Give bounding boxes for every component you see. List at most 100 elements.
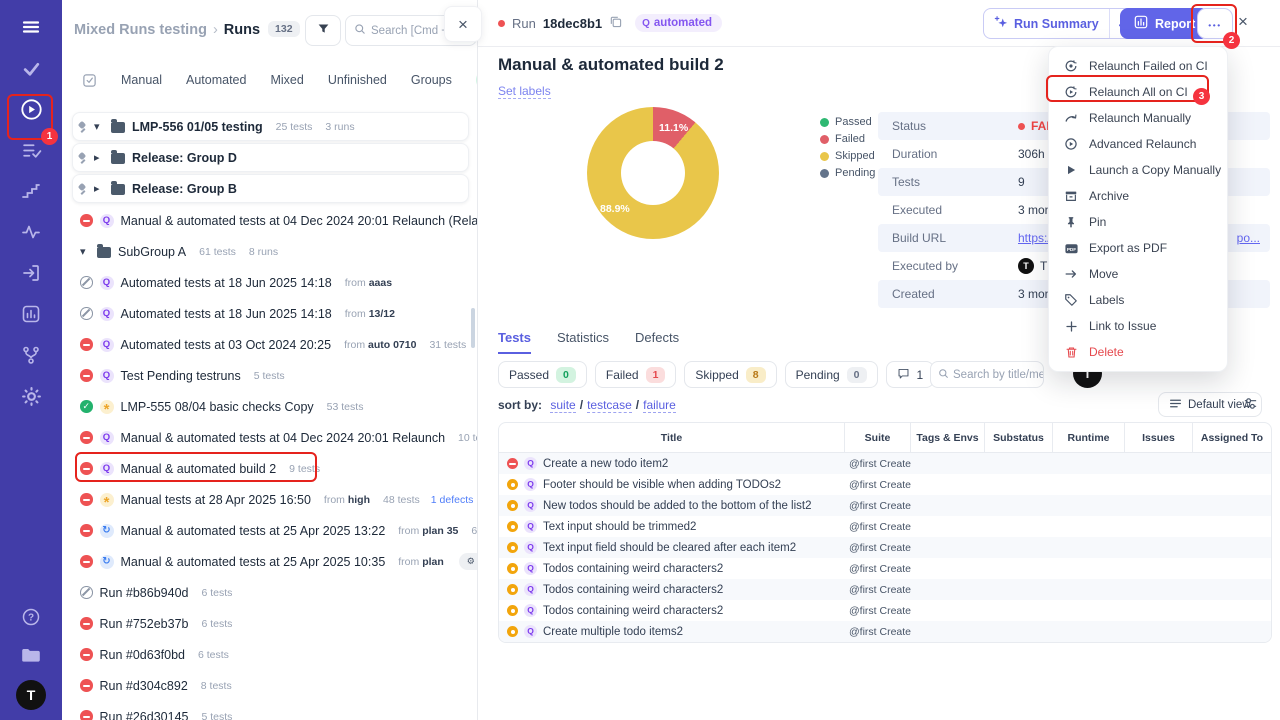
expand-chevron-icon[interactable]	[94, 182, 104, 195]
run-list-item[interactable]: Run #b86b940d 6 tests	[62, 577, 477, 608]
run-status-icon	[80, 493, 93, 506]
tests-search-input[interactable]	[953, 368, 1043, 381]
test-row[interactable]: Todos containing weird characters2 @firs…	[499, 600, 1271, 621]
chip-pending[interactable]: Pending 0	[784, 361, 878, 388]
menu-pin[interactable]: Pin	[1049, 209, 1227, 235]
sort-by-failure[interactable]: failure	[643, 398, 676, 413]
test-plans-icon[interactable]	[18, 137, 44, 163]
test-row[interactable]: Text input should be trimmed2 @first Cre…	[499, 516, 1271, 537]
column-settings-icon[interactable]	[1243, 396, 1258, 416]
menu-relaunch-manually[interactable]: Relaunch Manually	[1049, 105, 1227, 131]
expand-chevron-icon[interactable]	[94, 120, 104, 133]
menu-relaunch-all-on-ci[interactable]: Relaunch All on CI	[1049, 79, 1227, 105]
run-list-item[interactable]: Run #0d63f0bd 6 tests	[62, 639, 477, 670]
filter-button[interactable]	[305, 15, 341, 46]
menu-launch-copy-manually[interactable]: Launch a Copy Manually	[1049, 157, 1227, 183]
run-list-item[interactable]: Automated tests at 03 Oct 2024 20:25 fro…	[62, 329, 477, 360]
run-list-item[interactable]: Run #26d30145 5 tests	[62, 701, 477, 720]
test-row[interactable]: New todos should be added to the bottom …	[499, 495, 1271, 516]
col-substatus[interactable]: Substatus	[985, 423, 1053, 452]
col-title[interactable]: Title	[499, 423, 845, 452]
expand-chevron-icon[interactable]	[80, 245, 90, 258]
chip-skipped[interactable]: Skipped 8	[684, 361, 777, 388]
run-list-item[interactable]: Test Pending testruns 5 tests	[62, 360, 477, 391]
col-tags-envs[interactable]: Tags & Envs	[911, 423, 985, 452]
menu-delete[interactable]: Delete	[1049, 339, 1227, 365]
chip-failed[interactable]: Failed 1	[594, 361, 677, 388]
tab-groups[interactable]: Groups	[411, 73, 452, 87]
tab-tests[interactable]: Tests	[498, 330, 531, 354]
runs-play-icon[interactable]	[18, 96, 44, 122]
panel-close-button[interactable]: ×	[444, 6, 482, 42]
run-list-item[interactable]: Manual & automated build 2 9 tests	[62, 453, 477, 484]
expand-chevron-icon[interactable]	[94, 151, 104, 164]
menu-labels[interactable]: Labels	[1049, 287, 1227, 313]
workflow-branch-icon[interactable]	[18, 342, 44, 368]
chip-passed[interactable]: Passed 0	[498, 361, 587, 388]
run-list-item[interactable]: LMP-555 08/04 basic checks Copy 53 tests	[62, 391, 477, 422]
run-defects-count[interactable]: 1 defects	[431, 494, 474, 506]
run-summary-button[interactable]: Run Summary	[983, 8, 1143, 39]
import-icon[interactable]	[18, 260, 44, 286]
run-list-item[interactable]: Run #d304c892 8 tests	[62, 670, 477, 701]
test-row[interactable]: Todos containing weird characters2 @firs…	[499, 579, 1271, 600]
copy-icon[interactable]	[609, 15, 622, 31]
tab-mixed[interactable]: Mixed	[270, 73, 303, 87]
breadcrumb-project[interactable]: Mixed Runs testing	[74, 22, 207, 38]
set-labels-link[interactable]: Set labels	[498, 84, 551, 99]
tab-manual[interactable]: Manual	[121, 73, 162, 87]
run-list-item[interactable]: Manual & automated tests at 25 Apr 2025 …	[62, 546, 477, 577]
menu-move[interactable]: Move	[1049, 261, 1227, 287]
tab-defects[interactable]: Defects	[635, 330, 679, 354]
menu-icon[interactable]	[18, 14, 44, 40]
test-row[interactable]: Todos containing weird characters2 @firs…	[499, 558, 1271, 579]
col-issues[interactable]: Issues	[1125, 423, 1193, 452]
help-icon[interactable]: ?	[18, 604, 44, 630]
analytics-chart-icon[interactable]	[18, 301, 44, 327]
build-url-link[interactable]: https:/	[1018, 231, 1051, 245]
tests-check-icon[interactable]	[18, 55, 44, 81]
run-list-item[interactable]: Automated tests at 18 Jun 2025 14:18 fro…	[62, 298, 477, 329]
account-avatar[interactable]: T	[16, 680, 46, 710]
run-list-item[interactable]: LMP-556 01/05 testing 25 tests 3 runs	[72, 112, 469, 141]
run-list-item[interactable]: SubGroup A 61 tests 8 runs	[62, 236, 477, 267]
menu-export-as-pdf[interactable]: PDF Export as PDF	[1049, 235, 1227, 261]
tests-search[interactable]	[930, 361, 1044, 388]
run-list-item[interactable]: Run #752eb37b 6 tests	[62, 608, 477, 639]
sort-by-suite[interactable]: suite	[550, 398, 576, 413]
chip-comments[interactable]: 1	[885, 361, 935, 388]
more-actions-button[interactable]	[1197, 8, 1233, 39]
run-list-item[interactable]: Release: Group B	[72, 174, 469, 203]
menu-relaunch-failed-on-ci[interactable]: Relaunch Failed on CI	[1049, 53, 1227, 79]
run-list-item[interactable]: Manual & automated tests at 04 Dec 2024 …	[62, 205, 477, 236]
report-button[interactable]: Report	[1120, 8, 1210, 39]
col-suite[interactable]: Suite	[845, 423, 911, 452]
sort-by-testcase[interactable]: testcase	[587, 398, 632, 413]
run-list-item[interactable]: Manual & automated tests at 04 Dec 2024 …	[62, 422, 477, 453]
select-all-icon[interactable]	[82, 71, 97, 89]
scrollbar-thumb[interactable]	[471, 308, 475, 348]
projects-folder-icon[interactable]	[18, 642, 44, 668]
run-list-item[interactable]: Release: Group D	[72, 143, 469, 172]
breadcrumb-page[interactable]: Runs	[224, 22, 260, 38]
run-list-item[interactable]: Automated tests at 18 Jun 2025 14:18 fro…	[62, 267, 477, 298]
test-row[interactable]: Create multiple todo items2 @first Creat…	[499, 621, 1271, 642]
col-runtime[interactable]: Runtime	[1053, 423, 1125, 452]
test-row[interactable]: Create a new todo item2 @first Create ..…	[499, 453, 1271, 474]
menu-archive[interactable]: Archive	[1049, 183, 1227, 209]
tab-statistics[interactable]: Statistics	[557, 330, 609, 354]
settings-gear-icon[interactable]	[18, 383, 44, 409]
col-assigned-to[interactable]: Assigned To	[1193, 423, 1271, 452]
close-run-detail-icon[interactable]: ×	[1238, 13, 1248, 30]
tab-unfinished[interactable]: Unfinished	[328, 73, 387, 87]
menu-link-to-issue[interactable]: Link to Issue	[1049, 313, 1227, 339]
build-url-link-end[interactable]: po...	[1237, 231, 1260, 245]
tab-automated[interactable]: Automated	[186, 73, 246, 87]
test-row[interactable]: Footer should be visible when adding TOD…	[499, 474, 1271, 495]
pulse-activity-icon[interactable]	[18, 219, 44, 245]
run-list-item[interactable]: Manual & automated tests at 25 Apr 2025 …	[62, 515, 477, 546]
test-row[interactable]: Text input field should be cleared after…	[499, 537, 1271, 558]
milestones-steps-icon[interactable]	[18, 178, 44, 204]
menu-advanced-relaunch[interactable]: Advanced Relaunch	[1049, 131, 1227, 157]
run-list-item[interactable]: Manual tests at 28 Apr 2025 16:50 from h…	[62, 484, 477, 515]
